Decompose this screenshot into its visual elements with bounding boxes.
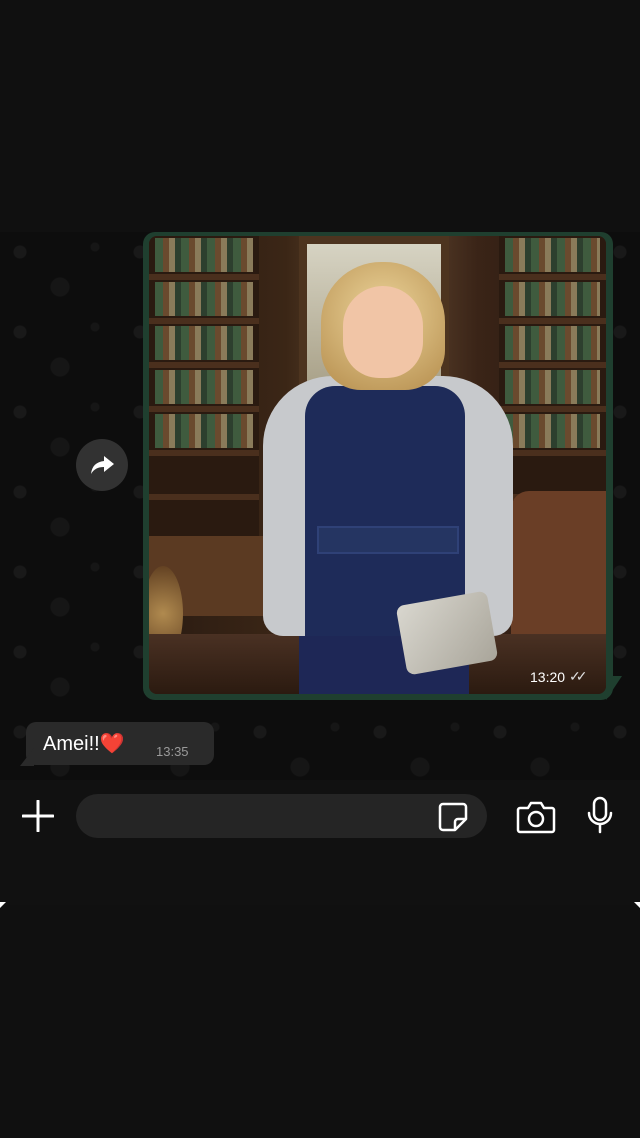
photo-timestamp: 13:20 ✓✓ [530, 668, 588, 685]
add-attachment-button[interactable] [21, 799, 55, 833]
message-input[interactable] [76, 794, 487, 838]
sticker-button[interactable] [437, 801, 469, 833]
camera-icon [516, 801, 556, 834]
incoming-message-text: Amei!!❤️ [43, 733, 125, 755]
incoming-bubble-tail [20, 748, 34, 766]
double-check-icon: ✓✓ [569, 668, 588, 684]
woman-portrait [259, 256, 519, 694]
screen-corner-right [634, 902, 640, 908]
camera-button[interactable] [516, 800, 556, 834]
leather-chair [511, 491, 606, 641]
outgoing-bubble-tail [606, 676, 622, 700]
screen-corner-left [0, 902, 6, 908]
microphone-button[interactable] [587, 796, 613, 834]
plus-icon [21, 799, 55, 833]
microphone-icon [587, 796, 613, 834]
forward-arrow-icon [91, 456, 114, 474]
bookshelf-left [149, 236, 259, 536]
forward-button[interactable] [76, 439, 128, 491]
sticker-icon [438, 802, 468, 832]
photo-time-text: 13:20 [530, 668, 566, 685]
incoming-message-time: 13:35 [156, 744, 189, 759]
shared-photo[interactable] [149, 236, 606, 694]
clutch-bag [395, 590, 499, 676]
